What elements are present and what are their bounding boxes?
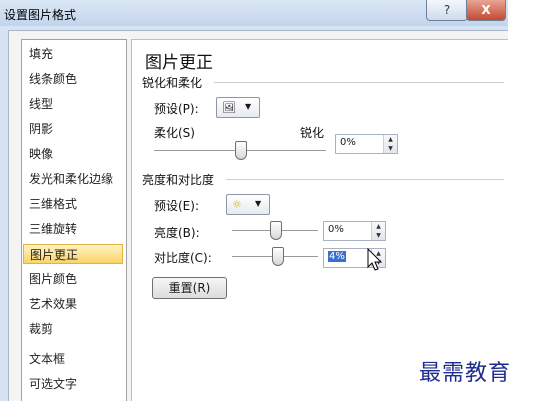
- brightness-preset-dropdown[interactable]: ☼ ▼: [226, 194, 270, 215]
- nav-item-shadow[interactable]: 阴影: [23, 119, 123, 139]
- contrast-slider-handle[interactable]: [271, 247, 284, 266]
- sharpen-value-spinner[interactable]: 0% ▲ ▼: [335, 134, 398, 154]
- spin-down-icon[interactable]: ▼: [372, 231, 385, 240]
- format-picture-dialog: 设置图片格式 ? X 填充 线条颜色 线型 阴影 映像 发光和柔化边缘 三维格式…: [0, 0, 508, 401]
- sharpen-preset-dropdown[interactable]: 🖼 ▼: [216, 97, 260, 118]
- contrast-label: 对比度(C):: [154, 251, 212, 265]
- nav-item-reflection[interactable]: 映像: [23, 144, 123, 164]
- sharpen-preset-label: 预设(P):: [154, 102, 199, 116]
- spinner-arrows: ▲ ▼: [383, 135, 397, 153]
- mouse-pointer-icon: [367, 248, 383, 271]
- brightness-value-spinner[interactable]: 0% ▲ ▼: [323, 221, 386, 241]
- help-button[interactable]: ?: [426, 0, 468, 21]
- nav-item-line-color[interactable]: 线条颜色: [23, 69, 123, 89]
- close-button[interactable]: X: [466, 0, 506, 21]
- soften-label: 柔化(S): [154, 126, 195, 140]
- sharpen-soften-heading: 锐化和柔化: [142, 76, 203, 90]
- category-list: 填充 线条颜色 线型 阴影 映像 发光和柔化边缘 三维格式 三维旋转 图片更正 …: [21, 39, 127, 401]
- brightness-value[interactable]: 0%: [328, 224, 344, 235]
- nav-item-fill[interactable]: 填充: [23, 44, 123, 64]
- sun-icon: ☼: [232, 198, 242, 211]
- sharpen-slider-handle[interactable]: [235, 141, 247, 160]
- nav-item-picture-corrections[interactable]: 图片更正: [23, 244, 123, 264]
- section-divider: [226, 179, 504, 180]
- reset-button[interactable]: 重置(R): [152, 277, 227, 299]
- nav-item-3d-format[interactable]: 三维格式: [23, 194, 123, 214]
- dialog-title: 设置图片格式: [4, 8, 77, 22]
- contrast-value[interactable]: 4%: [328, 251, 346, 262]
- picture-preset-icon: 🖼: [222, 101, 236, 114]
- nav-item-picture-color[interactable]: 图片颜色: [23, 269, 123, 289]
- spin-down-icon[interactable]: ▼: [384, 144, 397, 153]
- nav-item-artistic-effects[interactable]: 艺术效果: [23, 294, 123, 314]
- brightness-contrast-heading: 亮度和对比度: [142, 173, 215, 187]
- title-bar: 设置图片格式 ? X: [0, 0, 508, 26]
- spinner-arrows: ▲ ▼: [371, 222, 385, 240]
- chevron-down-icon: ▼: [245, 102, 252, 111]
- nav-item-alt-text[interactable]: 可选文字: [23, 374, 123, 394]
- sharpen-label: 锐化: [300, 126, 325, 140]
- nav-item-crop[interactable]: 裁剪: [23, 319, 123, 339]
- settings-panel: 图片更正 锐化和柔化 预设(P): 🖼 ▼ 柔化(S) 锐化 0% ▲ ▼ 亮度…: [131, 39, 508, 401]
- page-title: 图片更正: [145, 53, 213, 73]
- nav-item-text-box[interactable]: 文本框: [23, 349, 123, 369]
- brightness-preset-label: 预设(E):: [154, 199, 199, 213]
- nav-item-3d-rotation[interactable]: 三维旋转: [23, 219, 123, 239]
- brightness-label: 亮度(B):: [154, 226, 200, 240]
- spin-up-icon[interactable]: ▲: [384, 135, 397, 144]
- sharpen-value[interactable]: 0%: [340, 137, 356, 148]
- chevron-down-icon: ▼: [255, 199, 262, 208]
- nav-item-glow-soft-edges[interactable]: 发光和柔化边缘: [23, 169, 123, 189]
- watermark-text: 最需教育: [419, 361, 512, 386]
- brightness-slider-handle[interactable]: [270, 221, 282, 240]
- dialog-client-area: 填充 线条颜色 线型 阴影 映像 发光和柔化边缘 三维格式 三维旋转 图片更正 …: [8, 30, 508, 401]
- spin-up-icon[interactable]: ▲: [372, 222, 385, 231]
- section-divider: [214, 82, 504, 83]
- nav-item-line-style[interactable]: 线型: [23, 94, 123, 114]
